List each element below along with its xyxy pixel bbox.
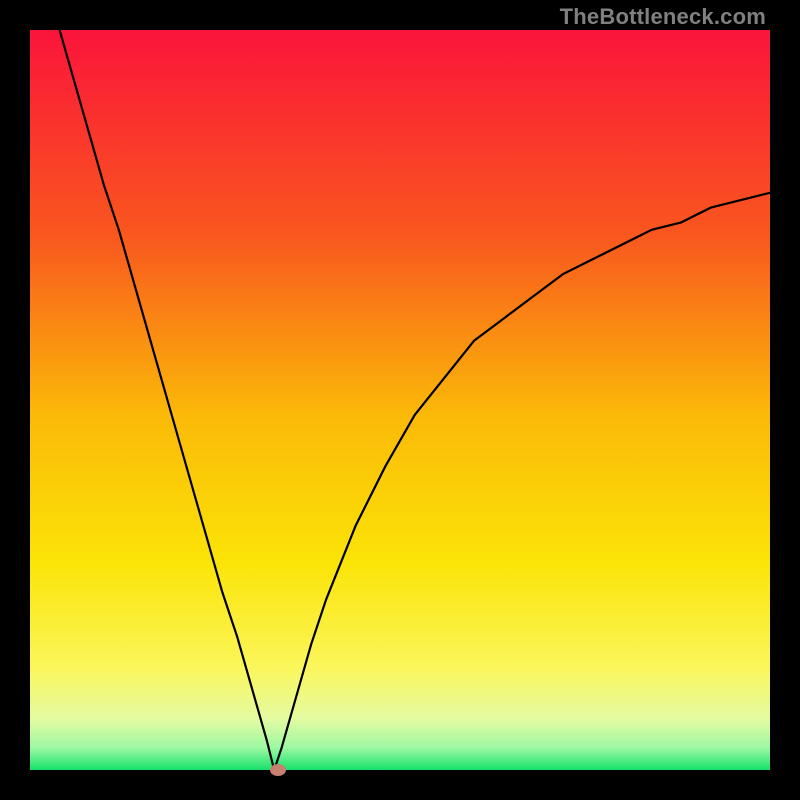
optimum-marker (270, 764, 286, 776)
watermark-text: TheBottleneck.com (560, 4, 766, 30)
chart-frame (30, 30, 770, 770)
bottleneck-curve (30, 30, 770, 770)
